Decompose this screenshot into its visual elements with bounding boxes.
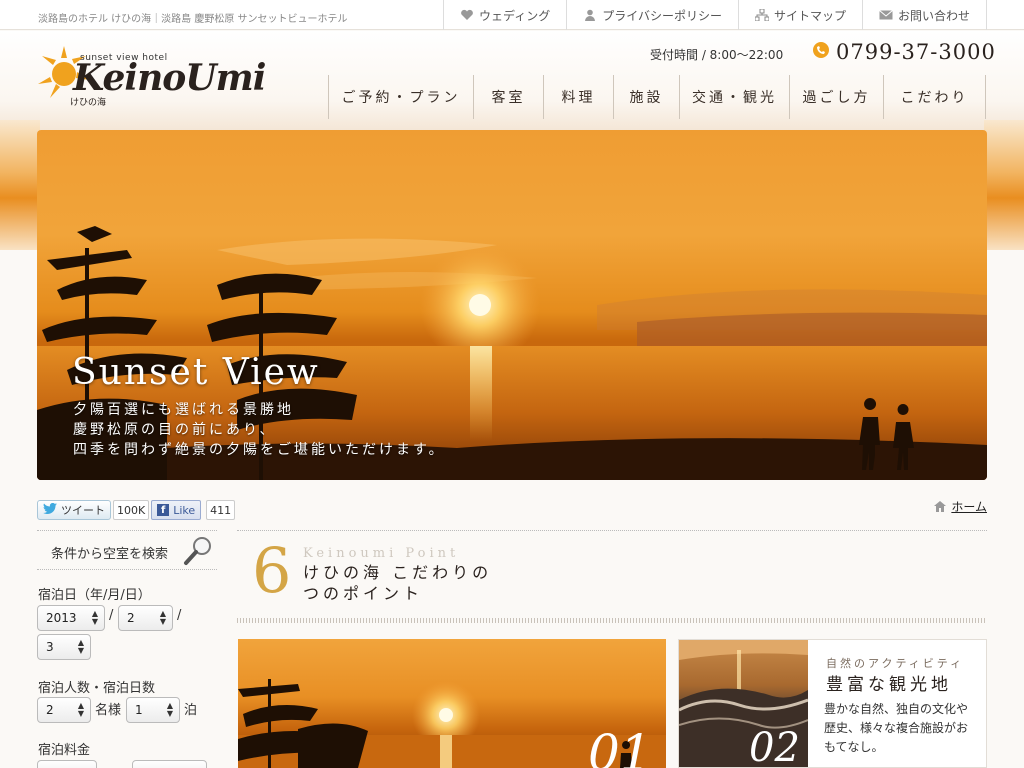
privacy-policy-link[interactable]: プライバシーポリシー [566, 0, 738, 30]
facebook-icon: f [157, 504, 170, 516]
mail-icon [879, 9, 893, 21]
stepper-arrows-icon: ▲ ▼ [91, 609, 98, 626]
hero-banner: Sunset View 夕陽百選にも選ばれる景勝地 慶野松原の目の前にあり、 四… [37, 130, 987, 480]
month-value: 2 [127, 611, 135, 625]
stepper-arrows-icon: ▲ ▼ [77, 638, 84, 655]
hero-description: 夕陽百選にも選ばれる景勝地 慶野松原の目の前にあり、 四季を問わず絶景の夕陽をご… [73, 400, 446, 460]
logo-wordmark: KeinoUmi [73, 57, 266, 99]
people-select[interactable]: 2 ▲ ▼ [37, 697, 91, 723]
nav-rooms[interactable]: 客室 [473, 75, 543, 119]
point-number: 01 [588, 724, 652, 768]
utility-links: ウェディング プライバシーポリシー サイトマップ お問い合わせ [443, 0, 987, 30]
divider [237, 530, 987, 531]
divider [237, 618, 987, 623]
twitter-bird-icon [43, 502, 57, 517]
stepper-arrows-icon: ▲ ▼ [77, 701, 84, 718]
main-nav: ご予約・プラン 客室 料理 施設 交通・観光 過ごし方 こだわり [328, 75, 986, 119]
nights-value: 1 [135, 703, 143, 717]
month-select[interactable]: 2 ▲ ▼ [118, 605, 173, 631]
nav-cuisine[interactable]: 料理 [543, 75, 613, 119]
site-tagline: 淡路島のホテル けひの海｜淡路島 慶野松原 サンセットビューホテル [38, 14, 348, 25]
magnifier-icon [183, 535, 213, 571]
hero-line: 夕陽百選にも選ばれる景勝地 [73, 402, 294, 418]
breadcrumb-home-link[interactable]: ホーム [951, 498, 987, 515]
day-select[interactable]: 3 ▲ ▼ [37, 634, 91, 660]
wedding-link-label: ウェディング [479, 8, 551, 23]
stay-date-label: 宿泊日（年/月/日） [38, 588, 151, 603]
sitemap-link-label: サイトマップ [773, 8, 846, 23]
side-decoration-right [984, 120, 1024, 250]
home-icon [934, 497, 947, 516]
date-separator: / [177, 608, 182, 623]
sitemap-icon [754, 8, 770, 22]
people-nights-label: 宿泊人数・宿泊日数 [38, 681, 156, 696]
phone-number-text: 0799-37-3000 [836, 40, 996, 64]
day-value: 3 [46, 640, 54, 654]
nights-select[interactable]: 1 ▲ ▼ [126, 697, 180, 723]
point-number: 02 [749, 725, 800, 768]
hero-line: 慶野松原の目の前にあり、 [73, 422, 277, 438]
like-label: Like [173, 503, 196, 517]
person-icon [583, 9, 597, 21]
section-title-line1: けひの海 こだわりの [303, 563, 493, 582]
breadcrumb: ホーム [934, 497, 987, 516]
year-value: 2013 [46, 611, 77, 625]
stepper-arrows-icon: ▲ ▼ [159, 609, 166, 626]
hero-line: 四季を問わず絶景の夕陽をご堪能いただけます。 [73, 442, 446, 458]
vacancy-search-header: 条件から空室を検索 [37, 530, 217, 570]
stepper-arrows-icon: ▲ ▼ [166, 701, 173, 718]
contact-link[interactable]: お問い合わせ [861, 0, 987, 30]
vacancy-search-title: 条件から空室を検索 [51, 547, 169, 562]
card-description: 豊かな自然、独自の文化や歴史、様々な複合施設がおもてなし。 [824, 702, 969, 754]
nav-access-sightseeing[interactable]: 交通・観光 [679, 75, 789, 119]
like-count: 411 [206, 500, 236, 520]
nav-reservation[interactable]: ご予約・プラン [328, 75, 473, 119]
reception-hours: 受付時間 / 8:00〜22:00 [650, 48, 784, 62]
heart-icon [460, 9, 474, 21]
sitemap-link[interactable]: サイトマップ [737, 0, 862, 30]
side-decoration-left [0, 120, 40, 250]
nav-how-to-spend[interactable]: 過ごし方 [789, 75, 883, 119]
point-card-01[interactable]: 01 [238, 639, 666, 768]
top-bar: 淡路島のホテル けひの海｜淡路島 慶野松原 サンセットビューホテル ウェディング… [0, 0, 1024, 30]
section-title-line2: つのポイント [303, 584, 424, 603]
wedding-link[interactable]: ウェディング [443, 0, 566, 30]
price-label: 宿泊料金 [38, 743, 91, 758]
people-unit: 名様 [95, 703, 122, 718]
year-select[interactable]: 2013 ▲ ▼ [37, 605, 105, 631]
section-title: けひの海 こだわりの つのポイント [303, 562, 492, 604]
card-kicker: 自然のアクティビティ [826, 657, 965, 670]
tweet-count: 100K [113, 500, 150, 520]
tweet-button[interactable]: ツイート [37, 500, 111, 520]
nav-commitment[interactable]: こだわり [883, 75, 986, 119]
nights-unit: 泊 [184, 703, 198, 718]
date-separator: / [109, 608, 114, 623]
section-english-title: Keinoumi Point [303, 546, 460, 561]
logo-subname: けひの海 [70, 98, 107, 108]
nav-facilities[interactable]: 施設 [613, 75, 679, 119]
contact-link-label: お問い合わせ [897, 8, 970, 23]
privacy-policy-link-label: プライバシーポリシー [602, 8, 722, 23]
point-card-02[interactable]: 02 自然のアクティビティ 豊富な観光地 豊かな自然、独自の文化や歴史、様々な複… [678, 639, 987, 768]
card-title: 豊富な観光地 [826, 675, 952, 695]
points-count-numeral: 6 [252, 534, 292, 607]
phone-icon [812, 41, 830, 63]
people-value: 2 [46, 703, 54, 717]
hero-title: Sunset View [72, 352, 320, 393]
price-max-select[interactable] [132, 760, 207, 768]
price-min-select[interactable] [37, 760, 97, 768]
social-buttons: ツイート 100K f Like 411 [37, 500, 236, 520]
facebook-like-button[interactable]: f Like [151, 500, 202, 520]
phone-number[interactable]: 0799-37-3000 [812, 40, 996, 64]
beach-photo: 02 [679, 640, 808, 768]
tweet-label: ツイート [61, 504, 105, 517]
